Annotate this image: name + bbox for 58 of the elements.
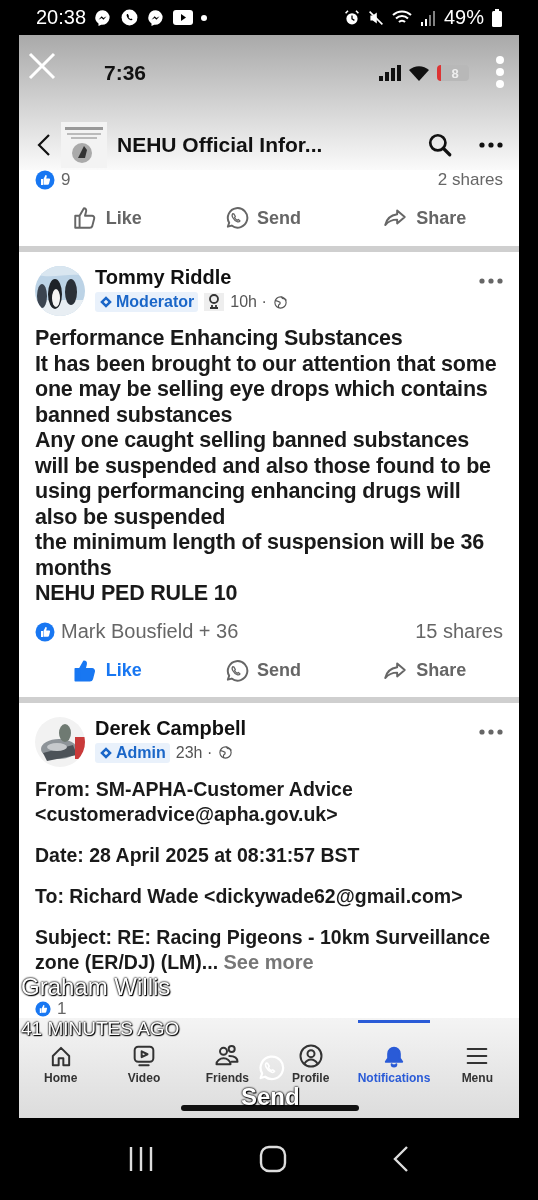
rising-star-icon	[207, 293, 222, 311]
role-label: Moderator	[116, 293, 195, 311]
reaction-count[interactable]: 9	[61, 170, 71, 190]
author-name[interactable]: Tommy Riddle	[95, 266, 469, 289]
share-button[interactable]: Share	[374, 653, 475, 688]
like-button[interactable]: Like	[63, 653, 150, 688]
share-count[interactable]: 2 shares	[437, 170, 503, 190]
role-label: Admin	[116, 743, 166, 762]
nav-tab[interactable]: Menu	[435, 1042, 519, 1085]
page-title: NEHU Official Infor...	[117, 133, 324, 157]
share-button[interactable]: Share	[374, 201, 475, 235]
nav-tab[interactable]: Video	[102, 1042, 186, 1085]
signal-icon	[419, 9, 436, 26]
recent-apps-icon[interactable]	[127, 1145, 154, 1173]
email-line: From: SM-APHA-Customer Advice <customeradvice@apha.gov.uk>	[35, 776, 354, 827]
mute-icon	[367, 9, 384, 26]
author-name[interactable]: Derek Campbell	[95, 716, 469, 740]
email-line: To: Richard Wade <dickywade62@gmail.com>	[35, 883, 464, 909]
clock-time: 20:38	[36, 6, 87, 29]
globe-icon	[218, 745, 234, 760]
nav-tab[interactable]: Notifications	[352, 1042, 436, 1085]
play-icon	[173, 10, 194, 25]
home-button-icon[interactable]	[259, 1145, 287, 1173]
like-reaction-icon	[35, 621, 55, 642]
share-count[interactable]: 15 shares	[415, 620, 503, 643]
see-more-link[interactable]: See more	[223, 950, 314, 973]
thumbs-up-icon	[71, 205, 98, 231]
email-line: Subject: RE: Racing Pigeons - 10km Surveillance zone (ER/DJ) (LM)... See more	[35, 924, 492, 975]
diamond-icon	[99, 295, 113, 309]
reaction-count[interactable]: 1	[57, 1000, 67, 1018]
like-button[interactable]: Like	[63, 201, 150, 235]
signal-icon	[379, 65, 401, 81]
email-line: Date: 28 April 2025 at 08:31:57 BST	[35, 842, 361, 868]
send-button[interactable]: Send	[214, 653, 309, 688]
post-time: 10h ·	[230, 293, 267, 311]
post-text: Performance Enhancing Substances It has been brought to our attention that some one may be selling eye drops which contains banned substances Any one caught selling banned substances will be suspended and also those found to be using performancing enhancing drugs will also be suspended the minimum length of suspension will be 36 months NEHU PED RULE 10	[34, 325, 498, 607]
selected-indicator	[358, 1020, 430, 1023]
nav-tab[interactable]: Friends	[185, 1042, 269, 1085]
nav-tab[interactable]: Profile	[269, 1042, 353, 1085]
post-time: 23h ·	[175, 743, 213, 762]
reaction-count[interactable]: Mark Bousfield + 36	[61, 620, 239, 643]
more-icon[interactable]	[479, 142, 503, 148]
story-author: Graham Willis	[21, 975, 171, 999]
back-icon[interactable]	[37, 133, 51, 157]
globe-icon	[272, 294, 288, 310]
nav-tab[interactable]: Home	[19, 1042, 103, 1085]
battery-icon	[492, 8, 502, 27]
battery-percent: 49%	[443, 6, 484, 29]
back-icon[interactable]	[392, 1145, 411, 1173]
story-age: 41 MINUTES AGO	[21, 1019, 180, 1039]
wifi-icon	[409, 65, 429, 81]
diamond-icon	[99, 745, 113, 760]
phone-bubble-icon	[120, 8, 140, 27]
search-icon[interactable]	[427, 132, 453, 158]
status-time: 7:36	[104, 61, 147, 85]
send-button[interactable]: Send	[214, 201, 309, 235]
alarm-icon	[343, 9, 360, 26]
dot-icon	[201, 14, 208, 21]
